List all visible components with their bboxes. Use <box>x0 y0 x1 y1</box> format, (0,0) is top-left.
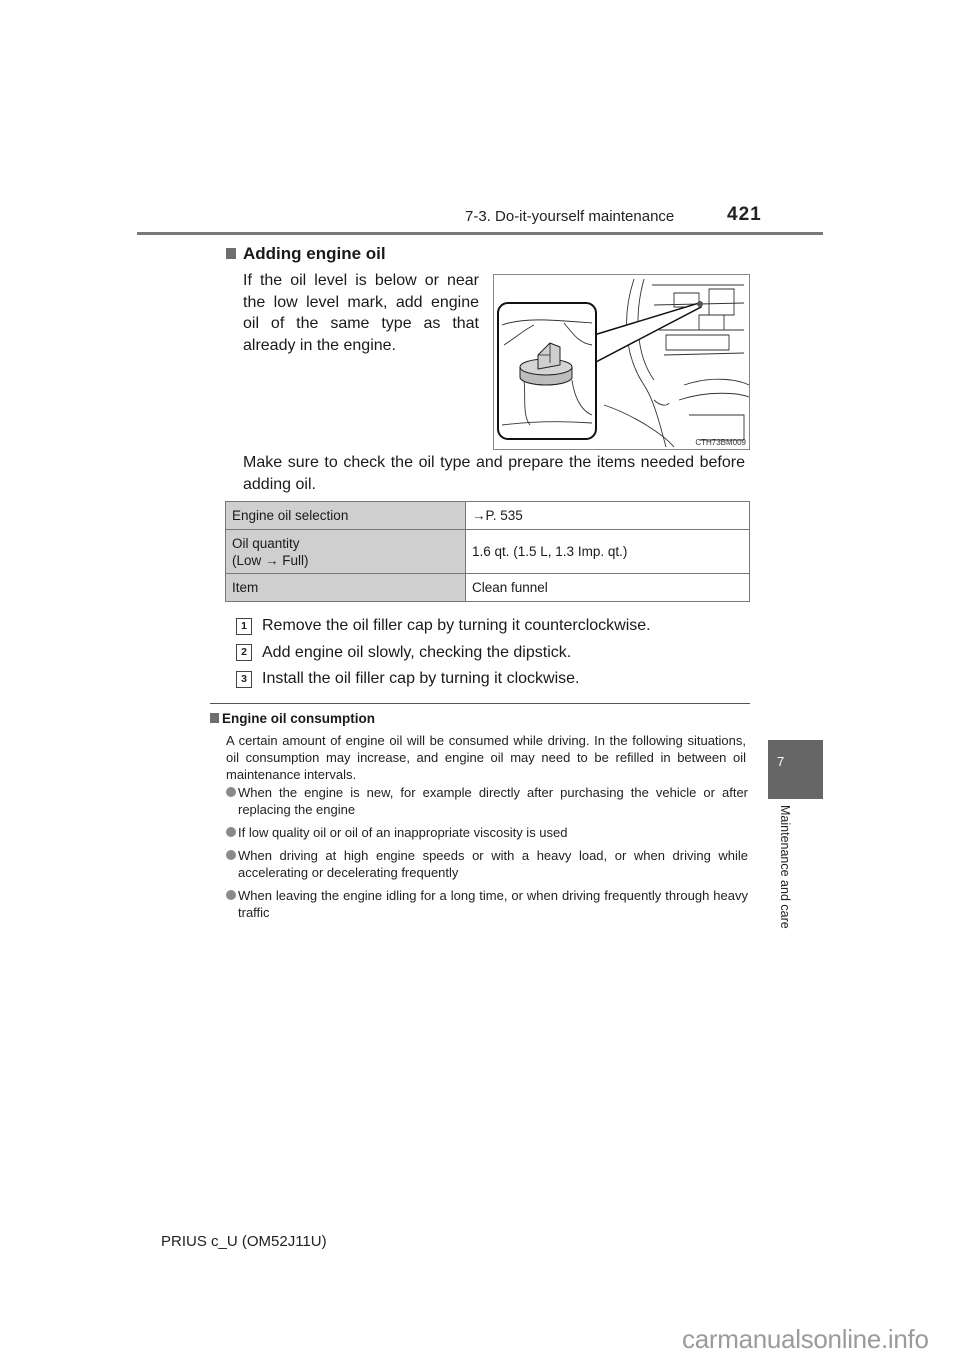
oil-filler-cap-drawing <box>497 278 749 448</box>
engine-illustration: CTH73BM009 <box>493 274 750 450</box>
table-key: Item <box>225 573 466 602</box>
bullet-item: When leaving the engine idling for a lon… <box>226 887 748 921</box>
square-marker-icon <box>226 248 236 259</box>
consumption-bullets: When the engine is new, for example dire… <box>226 784 748 927</box>
bullet-item: If low quality oil or oil of an inapprop… <box>226 824 748 841</box>
key-text: Engine oil selection <box>232 508 349 523</box>
step-item: 3 Install the oil filler cap by turning … <box>236 666 651 693</box>
bullet-dot-icon <box>226 850 236 860</box>
table-key: Engine oil selection <box>225 501 466 530</box>
steps-list: 1 Remove the oil filler cap by turning i… <box>236 613 651 693</box>
bullet-text: If low quality oil or oil of an inapprop… <box>238 825 568 840</box>
section-heading-text: Adding engine oil <box>243 244 386 263</box>
page-number: 421 <box>727 204 762 225</box>
intro-paragraph: If the oil level is below or near the lo… <box>243 272 479 354</box>
step-text: Remove the oil filler cap by turning it … <box>262 617 651 635</box>
table-row: Oil quantity (Low → Full) 1.6 qt. (1.5 L,… <box>225 529 750 574</box>
chapter-number: 7 <box>777 754 785 769</box>
table-value: Clean funnel <box>465 573 750 602</box>
step-item: 1 Remove the oil filler cap by turning i… <box>236 613 651 640</box>
consumption-paragraph: A certain amount of engine oil will be c… <box>226 733 746 782</box>
bullet-item: When the engine is new, for example dire… <box>226 784 748 818</box>
bullet-dot-icon <box>226 787 236 797</box>
step-number-badge: 1 <box>236 617 252 635</box>
subsection-heading-text: Engine oil consumption <box>222 711 375 726</box>
bullet-text: When leaving the engine idling for a lon… <box>238 888 748 920</box>
watermark[interactable]: carmanualsonline.info <box>682 1324 929 1355</box>
section-title: 7-3. Do-it-yourself maintenance <box>465 208 675 225</box>
bullet-dot-icon <box>226 827 236 837</box>
key-text-line2: (Low → Full) <box>232 552 309 568</box>
step-text: Add engine oil slowly, checking the dips… <box>262 643 572 661</box>
square-marker-icon <box>210 713 219 723</box>
bullet-text: When the engine is new, for example dire… <box>238 785 748 817</box>
section-divider <box>210 703 750 704</box>
header-rule <box>137 232 823 235</box>
step-item: 2 Add engine oil slowly, checking the di… <box>236 640 651 667</box>
subsection-heading: Engine oil consumption <box>210 711 375 726</box>
oil-spec-table: Engine oil selection →P. 535 Oil quantit… <box>225 501 750 602</box>
table-key: Oil quantity (Low → Full) <box>225 529 466 574</box>
table-value: 1.6 qt. (1.5 L, 1.3 Imp. qt.) <box>465 529 750 574</box>
illustration-code: CTH73BM009 <box>695 438 746 447</box>
step-number-badge: 2 <box>236 644 252 662</box>
section-heading: Adding engine oil <box>226 244 386 264</box>
bullet-dot-icon <box>226 890 236 900</box>
chapter-label: Maintenance and care <box>778 805 792 929</box>
table-value: →P. 535 <box>465 501 750 530</box>
prep-note: Make sure to check the oil type and prep… <box>243 454 745 493</box>
table-row: Engine oil selection →P. 535 <box>225 501 750 530</box>
key-text: Oil quantity <box>232 535 300 551</box>
chapter-tab[interactable]: 7 <box>768 740 823 799</box>
key-text: Item <box>232 580 259 595</box>
bullet-item: When driving at high engine speeds or wi… <box>226 847 748 881</box>
table-row: Item Clean funnel <box>225 573 750 602</box>
bullet-text: When driving at high engine speeds or wi… <box>238 848 748 880</box>
step-number-badge: 3 <box>236 670 252 688</box>
step-text: Install the oil filler cap by turning it… <box>262 670 580 688</box>
footer-model: PRIUS c_U (OM52J11U) <box>161 1233 327 1250</box>
